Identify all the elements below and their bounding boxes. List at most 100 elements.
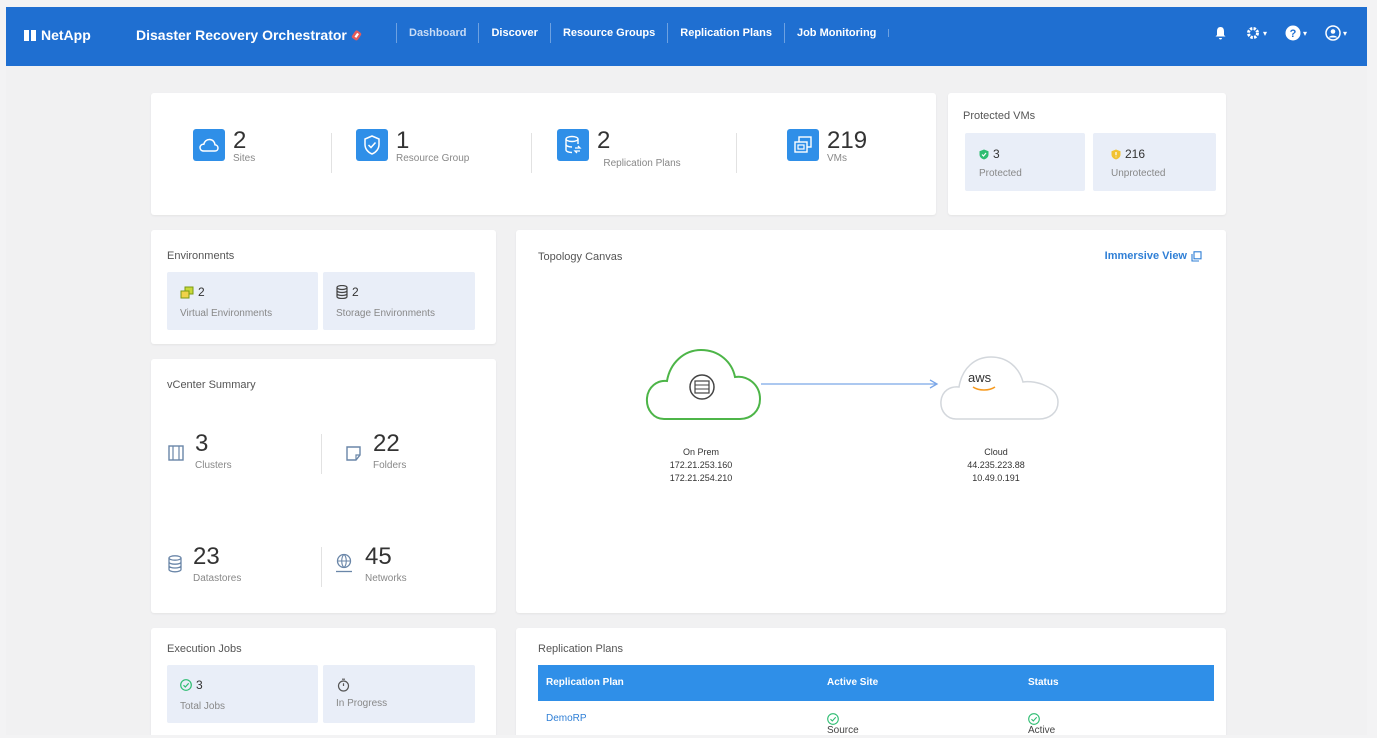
replication-plans-card: Replication Plans Replication Plan Activ… bbox=[516, 628, 1226, 735]
topology-diagram bbox=[645, 348, 1059, 420]
vms-stat[interactable]: 219 VMs bbox=[787, 129, 867, 164]
top-icons: ▾ ? ▾ ▾ bbox=[1214, 25, 1347, 41]
protected-count: 3 bbox=[993, 147, 1000, 161]
total-jobs-tile[interactable]: 3 Total Jobs bbox=[167, 665, 318, 723]
aws-smile-icon bbox=[972, 386, 996, 391]
plan-link[interactable]: DemoRP bbox=[546, 713, 587, 724]
user-icon[interactable]: ▾ bbox=[1325, 25, 1347, 41]
nav-job-monitoring[interactable]: Job Monitoring bbox=[783, 23, 888, 43]
clusters-label: Clusters bbox=[195, 460, 232, 471]
nav-replication-plans[interactable]: Replication Plans bbox=[667, 23, 784, 43]
column-header-active-site[interactable]: Active Site bbox=[827, 677, 878, 688]
divider bbox=[331, 133, 332, 173]
virtual-environments-tile[interactable]: 2 Virtual Environments bbox=[167, 272, 318, 330]
aws-cloud-node[interactable] bbox=[940, 356, 1059, 420]
sites-label: Sites bbox=[233, 153, 256, 164]
execution-jobs-title: Execution Jobs bbox=[167, 643, 242, 655]
replication-table-header: Replication Plan Active Site Status bbox=[538, 665, 1214, 701]
shield-warning-icon bbox=[1111, 149, 1121, 159]
storage-environments-count: 2 bbox=[352, 285, 359, 299]
column-header-replication-plan[interactable]: Replication Plan bbox=[546, 677, 624, 688]
folders-stat[interactable]: 22 Folders bbox=[345, 432, 406, 471]
resource-group-label: Resource Group bbox=[396, 153, 470, 164]
nav-end-divider bbox=[888, 29, 890, 37]
storage-environments-tile[interactable]: 2 Storage Environments bbox=[323, 272, 475, 330]
virtual-environment-icon bbox=[180, 286, 194, 298]
sites-stat[interactable]: 2 Sites bbox=[193, 129, 255, 164]
resource-group-count: 1 bbox=[396, 127, 410, 154]
environments-card: Environments 2 Virtual Environments 2 St… bbox=[151, 230, 496, 344]
nav-discover[interactable]: Discover bbox=[478, 23, 549, 43]
app-title: Disaster Recovery Orchestrator ▮ bbox=[136, 27, 363, 43]
chevron-down-icon: ▾ bbox=[1262, 28, 1267, 38]
cloud-info: Cloud 44.235.223.88 10.49.0.191 bbox=[956, 446, 1036, 485]
cloud-name: Cloud bbox=[984, 447, 1008, 457]
brand-name: NetApp bbox=[41, 27, 91, 43]
chevron-down-icon: ▾ bbox=[1342, 28, 1347, 38]
shield-check-icon bbox=[356, 129, 388, 161]
check-circle-icon bbox=[827, 713, 839, 725]
onprem-cloud-node[interactable] bbox=[645, 348, 762, 420]
vms-count: 219 bbox=[827, 127, 868, 154]
folders-count: 22 bbox=[373, 430, 400, 457]
clusters-stat[interactable]: 3 Clusters bbox=[167, 432, 232, 471]
divider bbox=[531, 133, 532, 173]
sites-count: 2 bbox=[233, 127, 247, 154]
virtual-environments-label: Virtual Environments bbox=[180, 308, 273, 319]
aws-logo: aws bbox=[968, 370, 992, 385]
beta-tag-icon: ▮ bbox=[350, 29, 363, 41]
database-sync-icon bbox=[557, 129, 589, 161]
cloud-ip-2: 10.49.0.191 bbox=[972, 473, 1020, 483]
vcenter-summary-title: vCenter Summary bbox=[167, 379, 256, 391]
datastores-count: 23 bbox=[193, 543, 220, 570]
replication-plans-label: Replication Plans bbox=[603, 158, 681, 169]
help-icon[interactable]: ? ▾ bbox=[1285, 25, 1307, 41]
nav-dashboard[interactable]: Dashboard bbox=[396, 23, 478, 43]
cloud-icon bbox=[193, 129, 225, 161]
onprem-name: On Prem bbox=[682, 447, 719, 457]
virtual-environments-count: 2 bbox=[198, 285, 205, 299]
total-jobs-label: Total Jobs bbox=[180, 701, 226, 712]
execution-jobs-card: Execution Jobs 3 Total Jobs In Progress bbox=[151, 628, 496, 735]
folders-label: Folders bbox=[373, 460, 407, 471]
summary-card: 2 Sites 1 Resource Group 2 Replication P… bbox=[151, 93, 936, 215]
netapp-logo[interactable]: NetApp bbox=[24, 27, 91, 43]
onprem-ip-2: 172.21.254.210 bbox=[669, 473, 733, 483]
replication-plans-title: Replication Plans bbox=[538, 643, 623, 655]
datastores-stat[interactable]: 23 Datastores bbox=[167, 545, 241, 584]
database-icon bbox=[168, 555, 182, 573]
vcenter-summary-card: vCenter Summary 3 Clusters 22 Folders 23… bbox=[151, 359, 496, 613]
clusters-count: 3 bbox=[195, 430, 209, 457]
onprem-info: On Prem 172.21.253.160 172.21.254.210 bbox=[661, 446, 741, 485]
replication-plans-stat[interactable]: 2 Replication Plans bbox=[557, 129, 687, 170]
topology-canvas-card: Topology Canvas Immersive View aws On Pr bbox=[516, 230, 1226, 613]
stopwatch-icon bbox=[337, 678, 350, 692]
onprem-ip-1: 172.21.253.160 bbox=[669, 460, 733, 470]
divider bbox=[321, 547, 322, 587]
in-progress-tile[interactable]: In Progress bbox=[323, 665, 475, 723]
unprotected-count: 216 bbox=[1125, 147, 1146, 161]
active-site-value: Source bbox=[827, 725, 859, 735]
database-icon bbox=[336, 285, 348, 299]
check-circle-icon bbox=[180, 679, 192, 691]
nav-resource-groups[interactable]: Resource Groups bbox=[549, 23, 667, 43]
protected-vms-card: Protected VMs 3 Protected 216 Unprotecte… bbox=[948, 93, 1226, 215]
networks-stat[interactable]: 45 Networks bbox=[335, 545, 407, 584]
network-globe-icon bbox=[336, 553, 352, 573]
resource-group-stat[interactable]: 1 Resource Group bbox=[356, 129, 469, 164]
app-window: NetApp Disaster Recovery Orchestrator ▮ … bbox=[6, 7, 1367, 735]
unprotected-label: Unprotected bbox=[1111, 168, 1166, 179]
column-header-status[interactable]: Status bbox=[1028, 677, 1059, 688]
protected-tile[interactable]: 3 Protected bbox=[965, 133, 1085, 191]
main-nav: Dashboard Discover Resource Groups Repli… bbox=[396, 23, 890, 43]
unprotected-tile[interactable]: 216 Unprotected bbox=[1093, 133, 1216, 191]
networks-count: 45 bbox=[365, 543, 392, 570]
table-row[interactable]: DemoRP Source Active bbox=[538, 701, 1214, 735]
gear-icon[interactable]: ▾ bbox=[1245, 25, 1267, 41]
networks-label: Networks bbox=[365, 573, 407, 584]
replication-plans-count: 2 bbox=[597, 127, 611, 154]
vms-label: VMs bbox=[827, 153, 847, 164]
bell-icon[interactable] bbox=[1214, 26, 1227, 40]
active-site-cell: Source bbox=[827, 713, 859, 735]
top-nav-bar: NetApp Disaster Recovery Orchestrator ▮ … bbox=[6, 7, 1367, 66]
